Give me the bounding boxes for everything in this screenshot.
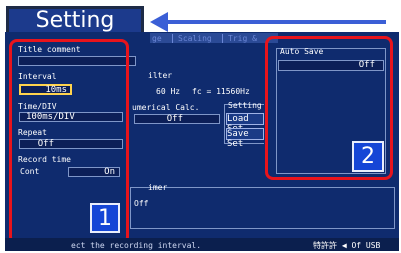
filter-label: ilter <box>148 71 173 80</box>
status-indicator: 特許許 ◀ Of USB <box>313 241 381 250</box>
tab-range[interactable]: ge <box>152 34 162 43</box>
tab-scaling[interactable]: Scaling <box>178 34 212 43</box>
status-message: ect the recording interval. <box>71 241 202 250</box>
load-setting-button[interactable]: Load Set <box>226 113 264 134</box>
cutoff-frequency: fc = 11560Hz <box>192 87 250 96</box>
timer-group <box>130 187 395 229</box>
numerical-calc-label: umerical Calc. <box>132 103 200 112</box>
save-setting-button[interactable]: Save Set <box>226 128 264 149</box>
filter-value[interactable]: 60 Hz <box>156 87 180 96</box>
arrow-left-icon <box>150 12 168 32</box>
tab-trigger[interactable]: Trig & <box>228 34 257 43</box>
tab-separator <box>172 34 173 43</box>
callout-badge-1: 1 <box>90 203 120 233</box>
setting-label: Setting <box>228 101 262 110</box>
tab-separator <box>222 34 223 43</box>
timer-value[interactable]: Off <box>134 199 148 208</box>
pointer-arrow-line <box>166 20 386 24</box>
timer-label: imer <box>148 183 168 192</box>
callout-badge-2: 2 <box>352 141 384 172</box>
status-bar: ect the recording interval. 特許許 ◀ Of USB <box>5 238 399 251</box>
numerical-calc-select[interactable]: Off <box>134 114 220 124</box>
tab-strip: ge Scaling Trig & <box>150 33 278 43</box>
